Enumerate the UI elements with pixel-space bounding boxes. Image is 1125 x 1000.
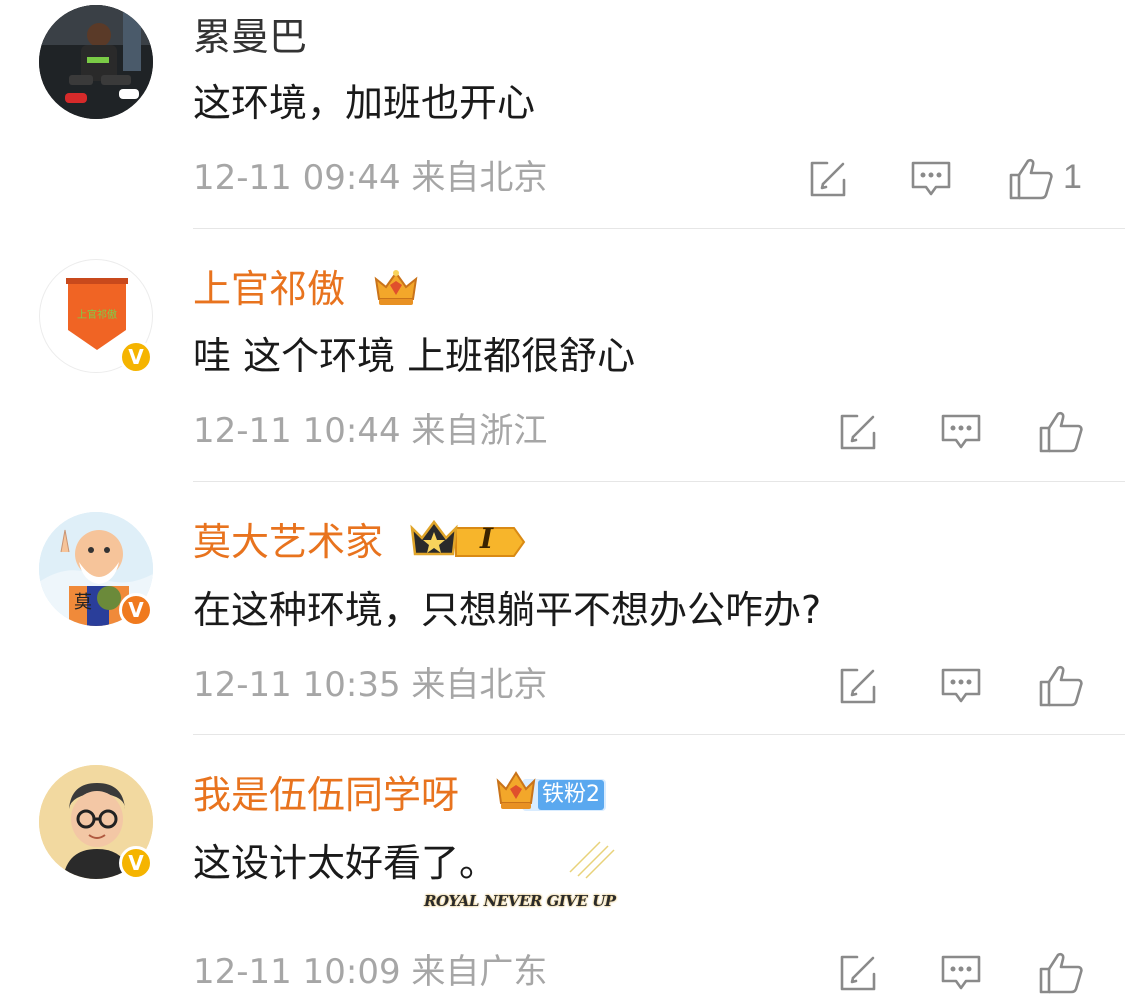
timestamp: 12-11 10:44: [193, 411, 401, 451]
like-button[interactable]: [1038, 663, 1084, 709]
verified-badge: V: [119, 593, 153, 627]
comment-meta: 12-11 09:44 来自北京: [193, 158, 547, 198]
location: 来自浙江: [411, 411, 548, 451]
avatar-text: 莫: [74, 592, 92, 613]
location: 来自北京: [411, 665, 548, 705]
username[interactable]: 莫大艺术家: [193, 519, 383, 565]
divider: [193, 228, 1125, 229]
username[interactable]: 上官祁傲: [193, 266, 345, 312]
comment-icon: [941, 414, 981, 449]
timestamp: 12-11 09:44: [193, 158, 401, 198]
level-text: I: [480, 522, 494, 555]
reply-button[interactable]: [908, 156, 954, 202]
comment-text: 在这种环境，只想躺平不想办公咋办?: [193, 588, 822, 632]
comment-text: 哇 这个环境 上班都很舒心: [193, 334, 636, 378]
share-button[interactable]: [835, 409, 881, 455]
vip-crown-badge: [368, 265, 424, 313]
divider: [193, 734, 1125, 735]
level-badge: I: [408, 516, 530, 568]
comment-actions: [825, 409, 1125, 457]
edit-share-icon: [840, 955, 876, 991]
crown-icon: [496, 771, 536, 809]
username[interactable]: 累曼巴: [193, 14, 307, 60]
like-button[interactable]: [1038, 950, 1084, 996]
share-button[interactable]: [835, 950, 881, 996]
avatar-text: 上官祁傲: [77, 308, 117, 321]
comment-meta: 12-11 10:35 来自北京: [193, 665, 547, 705]
reply-button[interactable]: [938, 950, 984, 996]
avatar[interactable]: [39, 5, 153, 119]
location: 来自北京: [411, 158, 548, 198]
decoration-text: ROYAL NEVER GIVE UP: [424, 892, 616, 910]
divider: [193, 481, 1125, 482]
stripes-decoration-icon: [569, 841, 615, 879]
fan-badge-text: 铁粉2: [538, 780, 604, 810]
comment-meta: 12-11 10:44 来自浙江: [193, 411, 547, 451]
thumbs-up-icon: [1039, 665, 1083, 707]
like-count: 1: [1063, 158, 1082, 196]
thumbs-up-icon: [1009, 158, 1053, 200]
thumbs-up-icon: [1039, 411, 1083, 453]
comment-icon: [941, 668, 981, 703]
comment-actions: 1: [795, 156, 1125, 204]
verified-badge: V: [119, 340, 153, 374]
thumbs-up-icon: [1039, 952, 1083, 994]
comment-icon: [911, 161, 951, 196]
edit-share-icon: [840, 414, 876, 450]
timestamp: 12-11 10:09: [193, 952, 401, 992]
timestamp: 12-11 10:35: [193, 665, 401, 705]
reply-button[interactable]: [938, 663, 984, 709]
comment-text: 这环境，加班也开心: [193, 81, 536, 125]
verified-badge: V: [119, 846, 153, 880]
crown-level-icon: [410, 519, 526, 557]
location: 来自广东: [411, 952, 548, 992]
comment-meta: 12-11 10:09 来自广东: [193, 952, 547, 992]
comment-actions: [825, 950, 1125, 998]
username[interactable]: 我是伍伍同学呀: [193, 772, 459, 818]
fan-badge: 铁粉2: [494, 769, 606, 813]
share-button[interactable]: [835, 663, 881, 709]
like-button[interactable]: [1008, 156, 1054, 202]
share-button[interactable]: [805, 156, 851, 202]
crown-icon: [374, 270, 418, 305]
like-button[interactable]: [1038, 409, 1084, 455]
reply-button[interactable]: [938, 409, 984, 455]
comment-decoration: ROYAL NEVER GIVE UP: [420, 832, 620, 922]
edit-share-icon: [810, 161, 846, 197]
edit-share-icon: [840, 668, 876, 704]
comment-icon: [941, 955, 981, 990]
comment-actions: [825, 663, 1125, 711]
